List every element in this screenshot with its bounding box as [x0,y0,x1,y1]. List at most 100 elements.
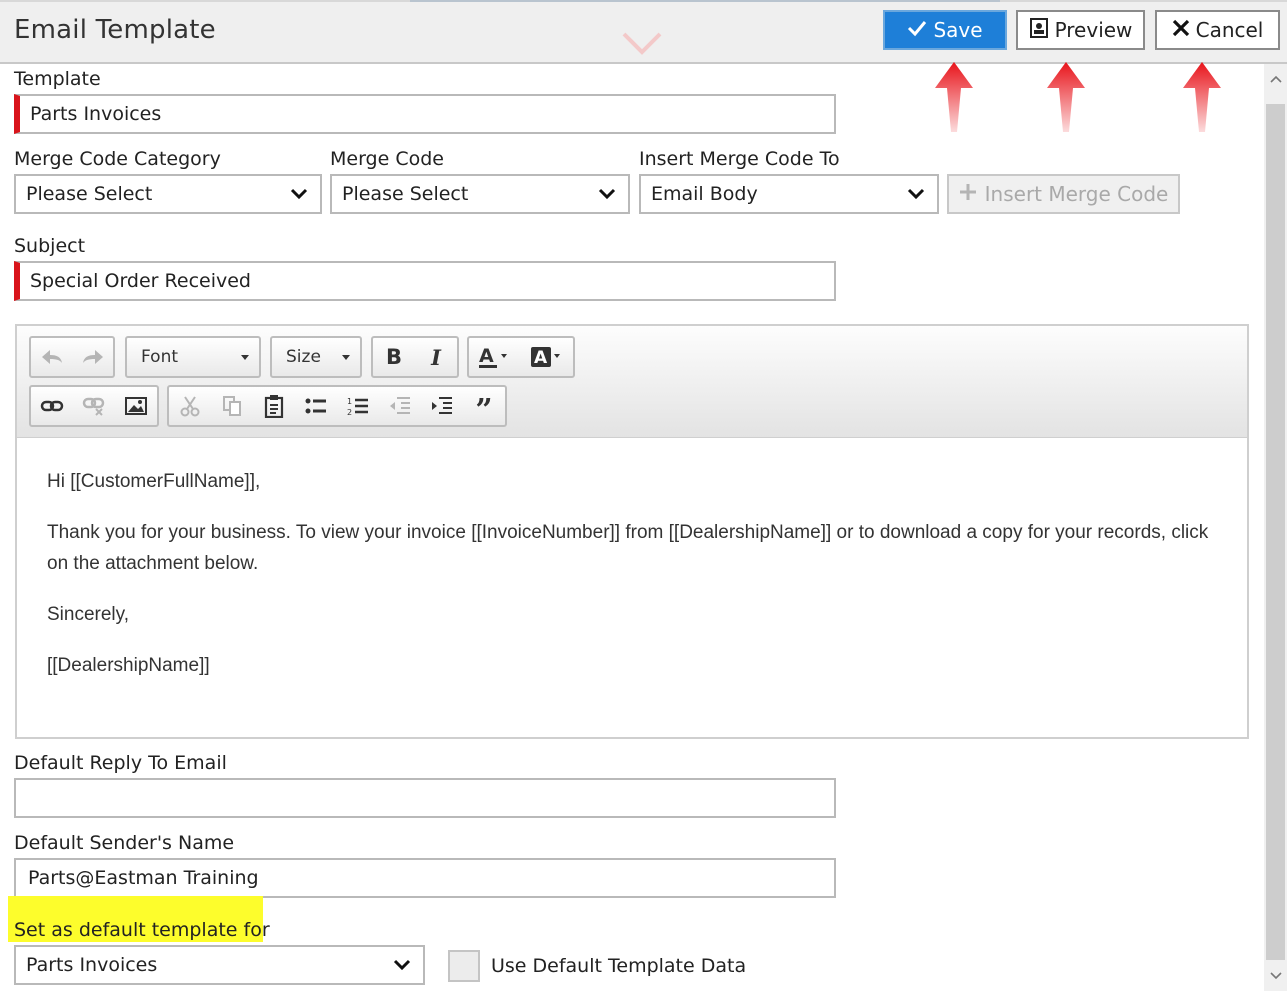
annotation-arrow-icon [1183,62,1221,132]
chevron-down-icon [393,954,411,976]
bold-icon: B [385,345,402,369]
editor-toolbar: Font Size B I A A 1 2 ” [17,326,1247,438]
body-paragraph: Thank you for your business. To view you… [47,522,1209,574]
indent-icon [432,397,452,414]
color-group: A A [467,336,575,378]
preview-label: Preview [1054,18,1133,42]
link-image-group [29,385,159,427]
insert-merge-code-button[interactable]: Insert Merge Code [947,174,1180,214]
merge-code-select[interactable]: Please Select [330,174,630,214]
default-sender-name-input[interactable]: Parts@Eastman Training [14,858,836,898]
cancel-button[interactable]: Cancel [1155,10,1280,50]
font-color-button[interactable]: A [469,338,521,376]
paste-button[interactable] [253,387,295,425]
header-top-line [0,0,1287,2]
save-button[interactable]: Save [883,10,1007,50]
template-label: Template [14,68,101,90]
default-template-for-value: Parts Invoices [26,954,158,976]
scroll-up-button[interactable] [1264,64,1287,94]
svg-text:1: 1 [347,397,352,406]
chevron-up-icon [1269,75,1282,83]
insert-merge-code-to-label: Insert Merge Code To [639,148,840,170]
email-body-editor: Font Size B I A A 1 2 ” Hi [[CustomerFul… [15,324,1249,739]
preview-icon [1029,17,1049,43]
default-template-for-select[interactable]: Parts Invoices [14,945,425,985]
subject-input[interactable]: Special Order Received [14,261,836,301]
background-color-button[interactable]: A [521,338,573,376]
default-template-for-label: Set as default template for [14,919,270,941]
page-title: Email Template [14,15,216,45]
undo-button[interactable] [31,338,72,376]
bulleted-list-button[interactable] [295,387,337,425]
subject-label: Subject [14,235,86,257]
svg-text:A: A [479,345,494,367]
insert-link-button[interactable] [31,387,73,425]
caret-down-icon [342,354,350,360]
outdent-icon [390,397,410,414]
font-size-dropdown[interactable]: Size [270,336,362,378]
svg-text:A: A [534,348,548,368]
remove-link-button[interactable] [73,387,115,425]
svg-text:2: 2 [347,408,352,416]
redo-button[interactable] [72,338,113,376]
edit-format-group: 12 ” [167,385,507,427]
cut-button[interactable] [169,387,211,425]
bulleted-list-icon [305,398,326,414]
merge-code-category-label: Merge Code Category [14,148,221,170]
body-paragraph: [[DealershipName]] [47,655,210,676]
unlink-icon [82,397,105,416]
cut-icon [180,396,200,417]
chevron-down-icon [1269,972,1282,980]
font-family-dropdown[interactable]: Font [125,336,261,378]
font-dropdown-label: Font [141,347,179,367]
bold-button[interactable]: B [373,338,415,376]
preview-button[interactable]: Preview [1016,10,1145,50]
checkmark-icon [907,18,927,42]
size-dropdown-label: Size [286,347,321,367]
paste-icon [264,395,284,418]
copy-button[interactable] [211,387,253,425]
scrollbar-thumb[interactable] [1266,104,1285,960]
numbered-list-button[interactable]: 12 [337,387,379,425]
annotation-arrow-icon [1047,62,1085,132]
italic-button[interactable]: I [415,338,457,376]
merge-code-category-select[interactable]: Please Select [14,174,322,214]
merge-code-value: Please Select [342,183,469,205]
blockquote-button[interactable]: ” [463,387,505,428]
scroll-down-button[interactable] [1264,961,1287,991]
insert-merge-code-to-value: Email Body [651,183,758,205]
default-reply-to-label: Default Reply To Email [14,752,227,774]
editor-content[interactable]: Hi [[CustomerFullName]], Thank you for y… [47,466,1227,701]
insert-image-button[interactable] [115,387,157,425]
save-label: Save [933,18,983,42]
plus-icon [959,182,977,206]
body-paragraph: Sincerely, [47,604,130,625]
caret-down-icon [241,354,249,360]
increase-indent-button[interactable] [421,387,463,425]
image-icon [125,397,147,415]
quote-icon: ” [475,393,493,428]
merge-code-label: Merge Code [330,148,444,170]
default-sender-name-label: Default Sender's Name [14,832,235,854]
annotation-arrow-icon [935,62,973,132]
insert-merge-code-to-select[interactable]: Email Body [639,174,939,214]
use-default-template-data-label: Use Default Template Data [491,955,747,977]
default-reply-to-input[interactable] [14,778,836,818]
chevron-down-icon [598,183,616,205]
decrease-indent-button[interactable] [379,387,421,425]
italic-icon: I [431,344,441,370]
copy-icon [223,396,241,416]
chevron-down-icon [290,183,308,205]
bold-italic-group: B I [371,336,459,378]
numbered-list-icon: 12 [347,397,368,416]
faint-chevron-icon [622,30,662,60]
insert-merge-code-label: Insert Merge Code [984,182,1169,206]
cancel-label: Cancel [1195,18,1264,42]
use-default-template-data-checkbox[interactable] [448,950,480,982]
template-name-input[interactable]: Parts Invoices [14,94,836,134]
link-icon [40,400,64,412]
background-color-icon: A [531,347,560,368]
undo-icon [41,350,62,364]
font-color-icon: A [479,345,507,368]
close-icon [1172,18,1190,42]
